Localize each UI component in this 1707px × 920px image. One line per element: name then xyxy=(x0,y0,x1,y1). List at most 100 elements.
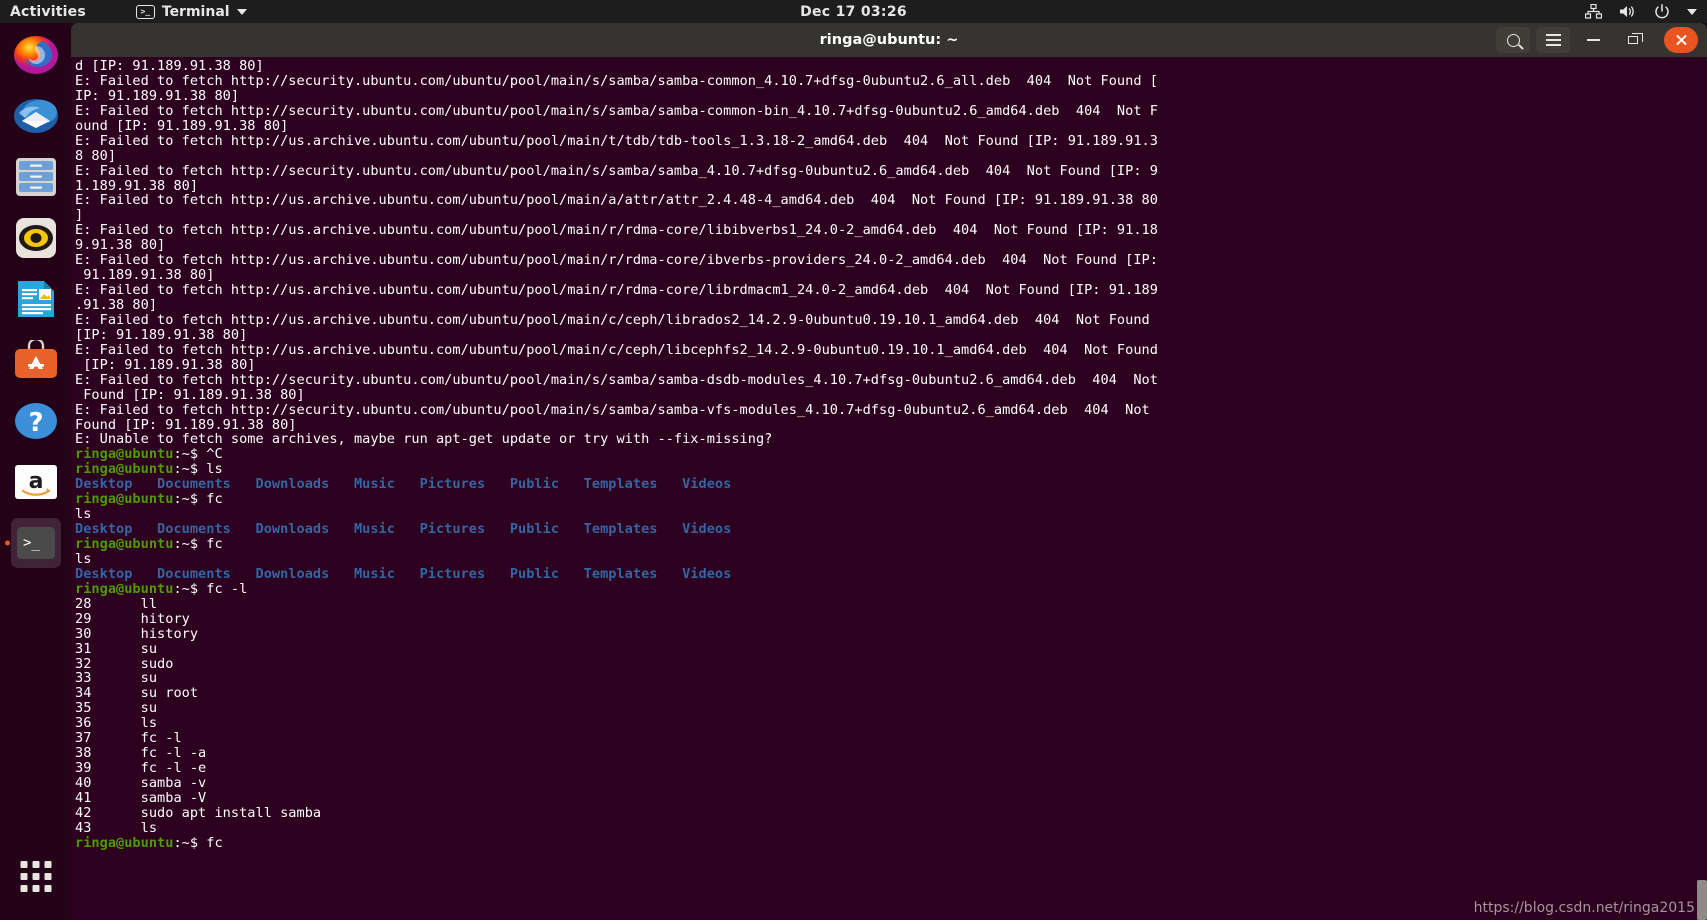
terminal-line: 33 su xyxy=(75,670,158,687)
terminal-prompt: ringa@ubuntu xyxy=(75,491,174,508)
grid-dot xyxy=(44,861,51,868)
system-tray[interactable] xyxy=(1585,3,1697,20)
dock-item-terminal[interactable]: >_ xyxy=(10,518,61,568)
terminal-line: 28 ll xyxy=(75,595,158,612)
window-controls xyxy=(1496,27,1698,53)
terminal-line: 43 ls xyxy=(75,819,158,836)
libreoffice-writer-icon xyxy=(17,281,54,317)
thunderbird-icon xyxy=(13,99,58,133)
dock-item-ubuntu-software[interactable] xyxy=(11,335,61,385)
terminal-prompt: ringa@ubuntu xyxy=(75,536,174,552)
terminal-line: 39 fc -l -e xyxy=(75,760,207,777)
terminal-scrollbar[interactable] xyxy=(1697,880,1707,920)
terminal-line: E: Failed to fetch http://us.archive.ubu… xyxy=(75,311,1150,328)
firefox-icon xyxy=(13,36,58,74)
top-bar: Activities >_ Terminal Dec 17 03:26 xyxy=(0,0,1707,23)
terminal-line: E: Failed to fetch http://us.archive.ubu… xyxy=(75,341,1158,358)
search-icon xyxy=(1506,33,1520,47)
dock: ? a >_ xyxy=(0,23,71,920)
terminal-line: ] xyxy=(75,207,84,224)
terminal-window: ringa@ubuntu: ~ d [IP: 91.189.91.38 80] E… xyxy=(71,23,1707,920)
grid-dot xyxy=(20,873,27,880)
minimize-button[interactable] xyxy=(1576,27,1610,53)
menu-button[interactable] xyxy=(1536,27,1570,53)
terminal-line: Found [IP: 91.189.91.38 80] xyxy=(75,386,305,403)
window-title-bar[interactable]: ringa@ubuntu: ~ xyxy=(71,23,1707,57)
directory-listing: Desktop Documents Downloads Music Pictur… xyxy=(75,565,732,582)
terminal-prompt-path: :~$ fc xyxy=(173,536,223,552)
terminal-line: ringa@ubuntu:~$ ls xyxy=(75,462,1707,477)
terminal-body[interactable]: d [IP: 91.189.91.38 80] E: Failed to fetc… xyxy=(71,57,1707,920)
volume-icon[interactable] xyxy=(1619,4,1637,19)
terminal-line: ringa@ubuntu:~$ fc xyxy=(75,492,1707,507)
terminal-line: Found [IP: 91.189.91.38 80] xyxy=(75,416,297,433)
terminal-line: E: Failed to fetch http://security.ubunt… xyxy=(75,162,1158,179)
terminal-line: IP: 91.189.91.38 80] xyxy=(75,87,240,104)
activities-button[interactable]: Activities xyxy=(10,4,86,20)
terminal-prompt-path: :~$ fc xyxy=(173,834,223,851)
terminal-prompt-path: :~$ fc -l xyxy=(173,580,248,597)
terminal-line: 1.189.91.38 80] xyxy=(75,177,199,194)
terminal-line: Desktop Documents Downloads Music Pictur… xyxy=(75,522,1707,537)
svg-text:a: a xyxy=(28,469,43,494)
restore-icon xyxy=(1628,33,1643,44)
terminal-prompt-path: :~$ ls xyxy=(173,461,223,478)
terminal-line: d [IP: 91.189.91.38 80] xyxy=(75,58,264,74)
terminal-line: ls xyxy=(75,550,92,567)
terminal-prompt: ringa@ubuntu xyxy=(75,834,174,851)
terminal-line: E: Failed to fetch http://us.archive.ubu… xyxy=(75,222,1158,239)
terminal-line: 91.189.91.38 80] xyxy=(75,267,215,284)
grid-dot xyxy=(20,861,27,868)
terminal-prompt: ringa@ubuntu xyxy=(75,461,174,478)
terminal-line: 37 fc -l xyxy=(75,730,182,747)
files-icon xyxy=(15,158,56,196)
network-icon[interactable] xyxy=(1585,4,1602,19)
dock-item-files[interactable] xyxy=(11,152,61,202)
tray-chevron-down-icon[interactable] xyxy=(1687,8,1697,15)
terminal-line: E: Failed to fetch http://security.ubunt… xyxy=(75,72,1158,89)
terminal-line: Desktop Documents Downloads Music Pictur… xyxy=(75,477,1707,492)
power-icon[interactable] xyxy=(1654,3,1670,20)
terminal-line: ringa@ubuntu:~$ ^C xyxy=(75,447,1707,462)
grid-dot xyxy=(44,873,51,880)
dock-item-thunderbird[interactable] xyxy=(11,91,61,141)
watermark: https://blog.csdn.net/ringa2015 xyxy=(1473,900,1695,916)
dock-item-rhythmbox[interactable] xyxy=(11,213,61,263)
dock-item-libreoffice-writer[interactable] xyxy=(11,274,61,324)
terminal-line: 31 su xyxy=(75,640,158,657)
terminal-line: E: Failed to fetch http://us.archive.ubu… xyxy=(75,192,1158,209)
terminal-line: Desktop Documents Downloads Music Pictur… xyxy=(75,565,1707,582)
terminal-icon: >_ xyxy=(16,527,55,559)
dock-item-firefox[interactable] xyxy=(11,30,61,80)
minimize-icon xyxy=(1586,39,1600,41)
terminal-line: 36 ls xyxy=(75,715,158,732)
terminal-line: 8 80] xyxy=(75,147,117,164)
close-icon xyxy=(1675,34,1688,47)
topbar-app-menu[interactable]: >_ Terminal xyxy=(135,3,247,20)
close-button[interactable] xyxy=(1664,27,1698,53)
terminal-line: E: Unable to fetch some archives, maybe … xyxy=(75,431,773,448)
dock-item-help[interactable]: ? xyxy=(11,396,61,446)
terminal-prompt: ringa@ubuntu xyxy=(75,446,174,463)
help-icon: ? xyxy=(14,403,57,439)
terminal-line: 34 su root xyxy=(75,685,199,702)
terminal-line: 41 samba -V xyxy=(75,789,207,806)
terminal-line: E: Failed to fetch http://security.ubunt… xyxy=(75,401,1150,418)
show-applications-button[interactable] xyxy=(20,861,51,892)
terminal-prompt-path: :~$ fc xyxy=(173,491,223,508)
maximize-button[interactable] xyxy=(1616,27,1650,53)
grid-dot xyxy=(32,873,39,880)
directory-listing: Desktop Documents Downloads Music Pictur… xyxy=(75,521,732,538)
dock-item-amazon[interactable]: a xyxy=(11,457,61,507)
terminal-line: ound [IP: 91.189.91.38 80] xyxy=(75,117,289,134)
terminal-line: E: Failed to fetch http://security.ubunt… xyxy=(75,102,1158,119)
search-button[interactable] xyxy=(1496,27,1530,53)
grid-dot xyxy=(32,885,39,892)
terminal-line: 32 sudo xyxy=(75,655,174,672)
terminal-line: [IP: 91.189.91.38 80] xyxy=(75,356,256,373)
rhythmbox-icon xyxy=(15,218,56,258)
terminal-line: .91.38 80] xyxy=(75,297,158,313)
terminal-line: 30 history xyxy=(75,625,199,642)
clock[interactable]: Dec 17 03:26 xyxy=(800,4,907,20)
topbar-app-label: Terminal xyxy=(161,3,230,20)
